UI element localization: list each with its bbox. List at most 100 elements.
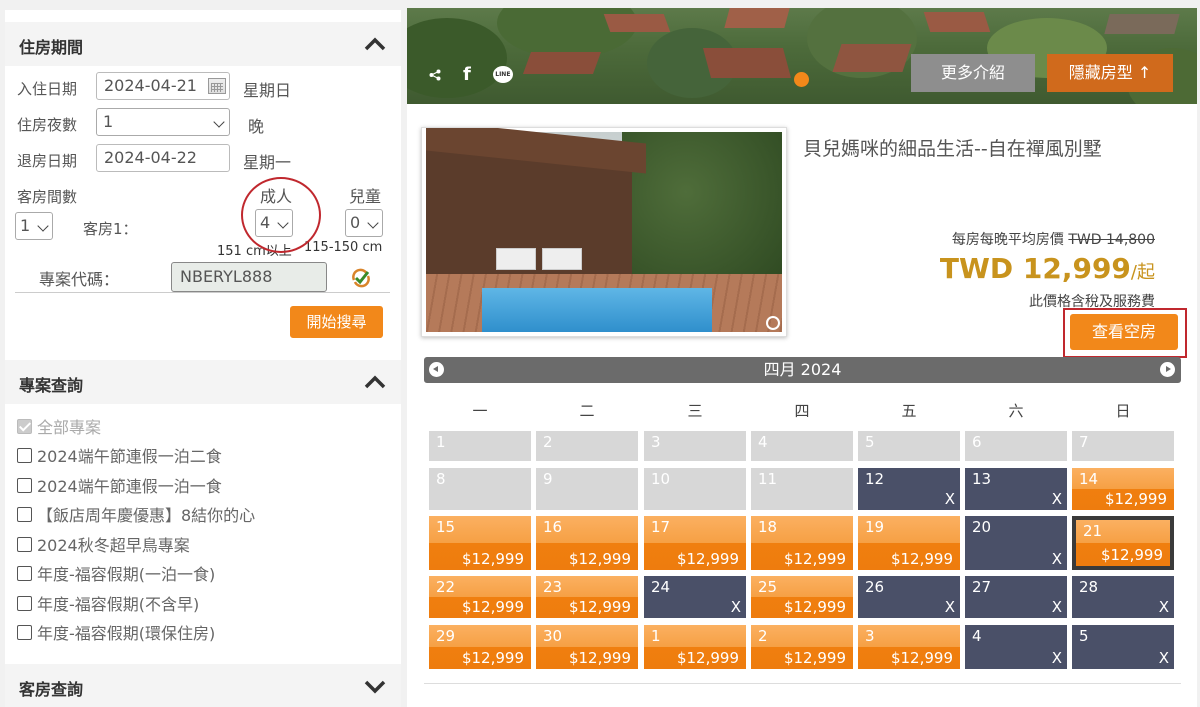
calendar-day-available[interactable]: 30 $12,999 xyxy=(536,625,638,669)
package-checkbox[interactable] xyxy=(17,506,32,522)
view-availability-button[interactable]: 查看空房 xyxy=(1070,314,1178,350)
day-number: 1 xyxy=(651,627,661,645)
day-price: $12,999 xyxy=(890,550,953,568)
calendar-day-past: 1 xyxy=(429,431,531,461)
day-price: $12,999 xyxy=(890,649,953,667)
calendar-day-available[interactable]: 19 $12,999 xyxy=(858,516,960,570)
nights-label: 住房夜數 xyxy=(17,116,78,134)
checkin-date-input[interactable]: 2024-04-21 xyxy=(96,72,230,100)
day-price: $12,999 xyxy=(461,598,524,616)
carousel-indicator[interactable] xyxy=(794,72,809,87)
calendar-day-available[interactable]: 29 $12,999 xyxy=(429,625,531,669)
calendar-day-available[interactable]: 25 $12,999 xyxy=(751,576,853,618)
day-price: $12,999 xyxy=(568,598,631,616)
hide-room-type-button[interactable]: 隱藏房型 ↑ xyxy=(1047,54,1173,92)
calendar-day-available[interactable]: 14 $12,999 xyxy=(1072,468,1174,510)
unavailable-mark: X xyxy=(1051,649,1062,667)
chevron-up-icon[interactable] xyxy=(361,30,389,58)
weekday-header: 五 xyxy=(901,402,917,420)
rooms-section-title: 客房查詢 xyxy=(19,680,84,699)
calendar-day-selected[interactable]: 21 $12,999 xyxy=(1072,516,1174,570)
chevron-up-icon[interactable] xyxy=(361,368,389,396)
refresh-check-icon[interactable] xyxy=(350,268,372,288)
next-month-icon[interactable] xyxy=(1160,362,1175,377)
day-number: 12 xyxy=(865,470,885,488)
day-number: 17 xyxy=(651,518,671,536)
calendar-day-available[interactable]: 23 $12,999 xyxy=(536,576,638,618)
selected-day-highlight[interactable]: 21 $12,999 xyxy=(1076,520,1170,566)
unavailable-mark: X xyxy=(944,598,955,616)
day-number: 5 xyxy=(865,433,875,451)
calendar-day-past: 4 xyxy=(751,431,853,461)
weekday-header: 四 xyxy=(794,402,810,420)
package-label: 2024端午節連假一泊二食 xyxy=(37,447,222,466)
day-number: 3 xyxy=(651,433,661,451)
more-info-button[interactable]: 更多介紹 xyxy=(911,54,1035,92)
facebook-icon[interactable]: f xyxy=(463,64,471,85)
package-checkbox[interactable] xyxy=(17,595,32,611)
checkin-label: 入住日期 xyxy=(17,80,78,98)
package-label: 年度-福容假期(環保住房) xyxy=(37,624,216,643)
average-price-label: 每房每晚平均房價 xyxy=(951,232,1064,248)
package-option-all[interactable]: 全部專案 xyxy=(17,414,101,438)
calendar-month: 四月 2024 xyxy=(763,360,842,379)
calendar-day-available[interactable]: 1 $12,999 xyxy=(644,625,746,669)
checkout-date-input[interactable]: 2024-04-22 xyxy=(96,144,230,172)
calendar-day-available[interactable]: 18 $12,999 xyxy=(751,516,853,570)
day-price: $12,999 xyxy=(461,550,524,568)
package-checkbox[interactable] xyxy=(17,624,32,640)
stay-section-header[interactable]: 住房期間 xyxy=(5,22,401,66)
day-number: 27 xyxy=(972,578,992,596)
room-photo[interactable] xyxy=(421,127,787,337)
package-option[interactable]: 2024端午節連假一泊二食 xyxy=(17,443,222,467)
day-price: $12,999 xyxy=(568,550,631,568)
prev-month-icon[interactable] xyxy=(429,362,444,377)
package-checkbox[interactable] xyxy=(17,418,32,434)
day-number: 4 xyxy=(758,433,768,451)
package-option[interactable]: 2024端午節連假一泊一食 xyxy=(17,473,222,497)
calendar-day-unavailable: 13 X xyxy=(965,468,1067,510)
search-button[interactable]: 開始搜尋 xyxy=(290,306,383,338)
nights-select[interactable]: 1 xyxy=(96,108,230,136)
calendar-day-available[interactable]: 16 $12,999 xyxy=(536,516,638,570)
calendar-day-available[interactable]: 2 $12,999 xyxy=(751,625,853,669)
package-option[interactable]: 2024秋冬超早鳥專案 xyxy=(17,532,190,556)
room-panel: f LINE 更多介紹 隱藏房型 ↑ 貝兒媽咪的細品生活--自在禪風別墅 每房每… xyxy=(407,8,1197,707)
calendar-day-available[interactable]: 15 $12,999 xyxy=(429,516,531,570)
day-price: $12,999 xyxy=(1100,546,1163,564)
packages-section-header[interactable]: 專案查詢 xyxy=(5,360,401,404)
calendar-icon[interactable] xyxy=(208,78,226,94)
calendar-day-available[interactable]: 22 $12,999 xyxy=(429,576,531,618)
calendar-day-unavailable: 24 X xyxy=(644,576,746,618)
day-price: $12,999 xyxy=(461,649,524,667)
rooms-count-select[interactable]: 1 xyxy=(15,212,53,240)
share-icon[interactable] xyxy=(429,69,441,81)
day-price: $12,999 xyxy=(568,649,631,667)
price-value: TWD 12,999 xyxy=(939,252,1131,285)
calendar-day-past: 5 xyxy=(858,431,960,461)
package-checkbox[interactable] xyxy=(17,565,32,581)
package-option[interactable]: 年度-福容假期(環保住房) xyxy=(17,620,215,644)
day-number: 18 xyxy=(758,518,778,536)
day-number: 3 xyxy=(865,627,875,645)
package-label: 年度-福容假期(不含早) xyxy=(37,595,200,614)
stay-section-title: 住房期間 xyxy=(19,38,84,57)
package-option[interactable]: 年度-福容假期(不含早) xyxy=(17,591,199,615)
zoom-icon[interactable] xyxy=(766,316,780,330)
calendar-day-available[interactable]: 17 $12,999 xyxy=(644,516,746,570)
children-select[interactable]: 0 xyxy=(345,209,383,237)
day-number: 6 xyxy=(972,433,982,451)
calendar-day-past: 6 xyxy=(965,431,1067,461)
rooms-section-header[interactable]: 客房查詢 xyxy=(5,664,401,707)
package-option[interactable]: 年度-福容假期(一泊一食) xyxy=(17,561,215,585)
package-checkbox[interactable] xyxy=(17,477,32,493)
promo-code-input[interactable]: NBERYL888 xyxy=(171,262,327,292)
chevron-down-icon[interactable] xyxy=(361,672,389,700)
calendar-day-available[interactable]: 3 $12,999 xyxy=(858,625,960,669)
package-checkbox[interactable] xyxy=(17,536,32,552)
day-number: 4 xyxy=(972,627,982,645)
room-price: TWD 12,999/起 xyxy=(940,252,1155,285)
package-option[interactable]: 【飯店周年慶優惠】8結你的心 xyxy=(17,502,255,526)
line-icon[interactable]: LINE xyxy=(492,66,513,83)
package-checkbox[interactable] xyxy=(17,447,32,463)
